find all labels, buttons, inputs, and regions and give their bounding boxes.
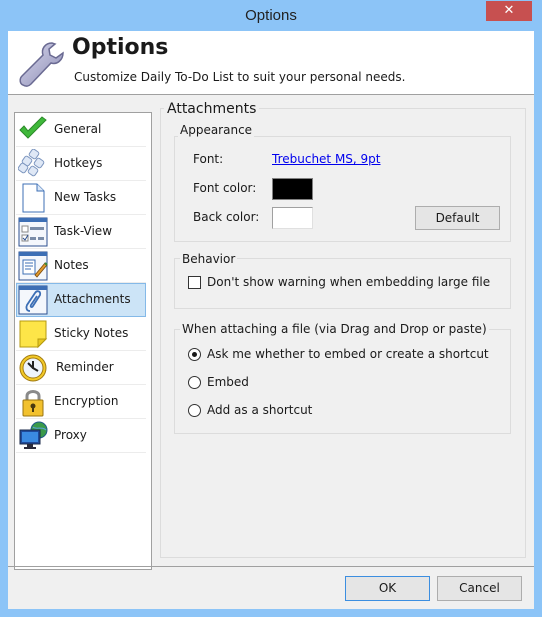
radio-ask[interactable] xyxy=(188,348,201,361)
sidebar-item-task-view[interactable]: Task-View xyxy=(16,215,146,249)
sidebar-item-reminder[interactable]: Reminder xyxy=(16,351,146,385)
sidebar-item-label: General xyxy=(54,122,102,136)
ok-button[interactable]: OK xyxy=(345,576,430,601)
behavior-group-title: Behavior xyxy=(180,252,238,266)
radio-embed-label[interactable]: Embed xyxy=(207,375,249,389)
window-title: Options xyxy=(245,7,297,24)
header-title: Options xyxy=(72,35,169,60)
sidebar-item-label: Encryption xyxy=(54,394,119,408)
sidebar-item-new-tasks[interactable]: New Tasks xyxy=(16,181,146,215)
dialog-client-area: Options Customize Daily To-Do List to su… xyxy=(8,31,534,609)
appearance-group-title: Appearance xyxy=(178,123,255,137)
back-color-label: Back color: xyxy=(193,210,260,224)
alarm-clock-icon xyxy=(19,354,47,382)
cancel-button[interactable]: Cancel xyxy=(437,576,522,601)
network-monitor-icon xyxy=(19,421,48,449)
sticky-note-icon xyxy=(19,320,48,349)
back-color-swatch[interactable] xyxy=(272,207,313,229)
radio-shortcut-label[interactable]: Add as a shortcut xyxy=(207,403,312,417)
paperclip-icon xyxy=(18,285,48,315)
checkmark-icon xyxy=(19,116,47,139)
sidebar-item-encryption[interactable]: Encryption xyxy=(16,385,146,419)
large-file-warning-label[interactable]: Don't show warning when embedding large … xyxy=(207,275,490,289)
radio-shortcut[interactable] xyxy=(188,404,201,417)
radio-embed[interactable] xyxy=(188,376,201,389)
close-button[interactable]: ✕ xyxy=(486,1,532,21)
options-category-list: General Hotkeys New Tasks Task-View Note… xyxy=(14,112,152,570)
sidebar-item-label: Attachments xyxy=(54,292,131,306)
wrench-icon xyxy=(19,42,64,87)
font-link[interactable]: Trebuchet MS, 9pt xyxy=(272,152,381,166)
font-color-label: Font color: xyxy=(193,181,257,195)
panel-title: Attachments xyxy=(164,101,260,117)
close-icon: ✕ xyxy=(503,3,515,18)
sidebar-item-label: Task-View xyxy=(54,224,113,238)
padlock-icon xyxy=(22,390,44,417)
sidebar-item-notes[interactable]: Notes xyxy=(16,249,146,283)
blank-document-icon xyxy=(22,183,45,213)
default-button[interactable]: Default xyxy=(415,206,500,230)
sidebar-item-sticky-notes[interactable]: Sticky Notes xyxy=(16,317,146,351)
font-color-swatch[interactable] xyxy=(272,178,313,200)
attach-mode-group-title: When attaching a file (via Drag and Drop… xyxy=(180,322,489,336)
sidebar-item-label: Hotkeys xyxy=(54,156,103,170)
sidebar-item-label: New Tasks xyxy=(54,190,117,204)
header-banner: Options Customize Daily To-Do List to su… xyxy=(8,31,534,95)
sidebar-item-hotkeys[interactable]: Hotkeys xyxy=(16,147,146,181)
sidebar-item-label: Notes xyxy=(54,258,89,272)
sidebar-item-label: Sticky Notes xyxy=(54,326,129,340)
radio-ask-label[interactable]: Ask me whether to embed or create a shor… xyxy=(207,347,489,361)
large-file-warning-checkbox[interactable] xyxy=(188,276,201,289)
title-bar: Options ✕ xyxy=(0,0,542,31)
keyboard-keys-icon xyxy=(18,149,45,177)
font-label: Font: xyxy=(193,152,224,166)
sidebar-item-proxy[interactable]: Proxy xyxy=(16,419,146,453)
task-view-icon xyxy=(18,217,48,247)
footer-divider xyxy=(8,566,534,567)
sidebar-item-label: Reminder xyxy=(56,360,114,374)
header-subtitle: Customize Daily To-Do List to suit your … xyxy=(74,70,406,84)
notes-icon xyxy=(18,251,48,281)
sidebar-item-label: Proxy xyxy=(54,428,87,442)
sidebar-item-attachments[interactable]: Attachments xyxy=(16,283,146,317)
sidebar-item-general[interactable]: General xyxy=(16,113,146,147)
